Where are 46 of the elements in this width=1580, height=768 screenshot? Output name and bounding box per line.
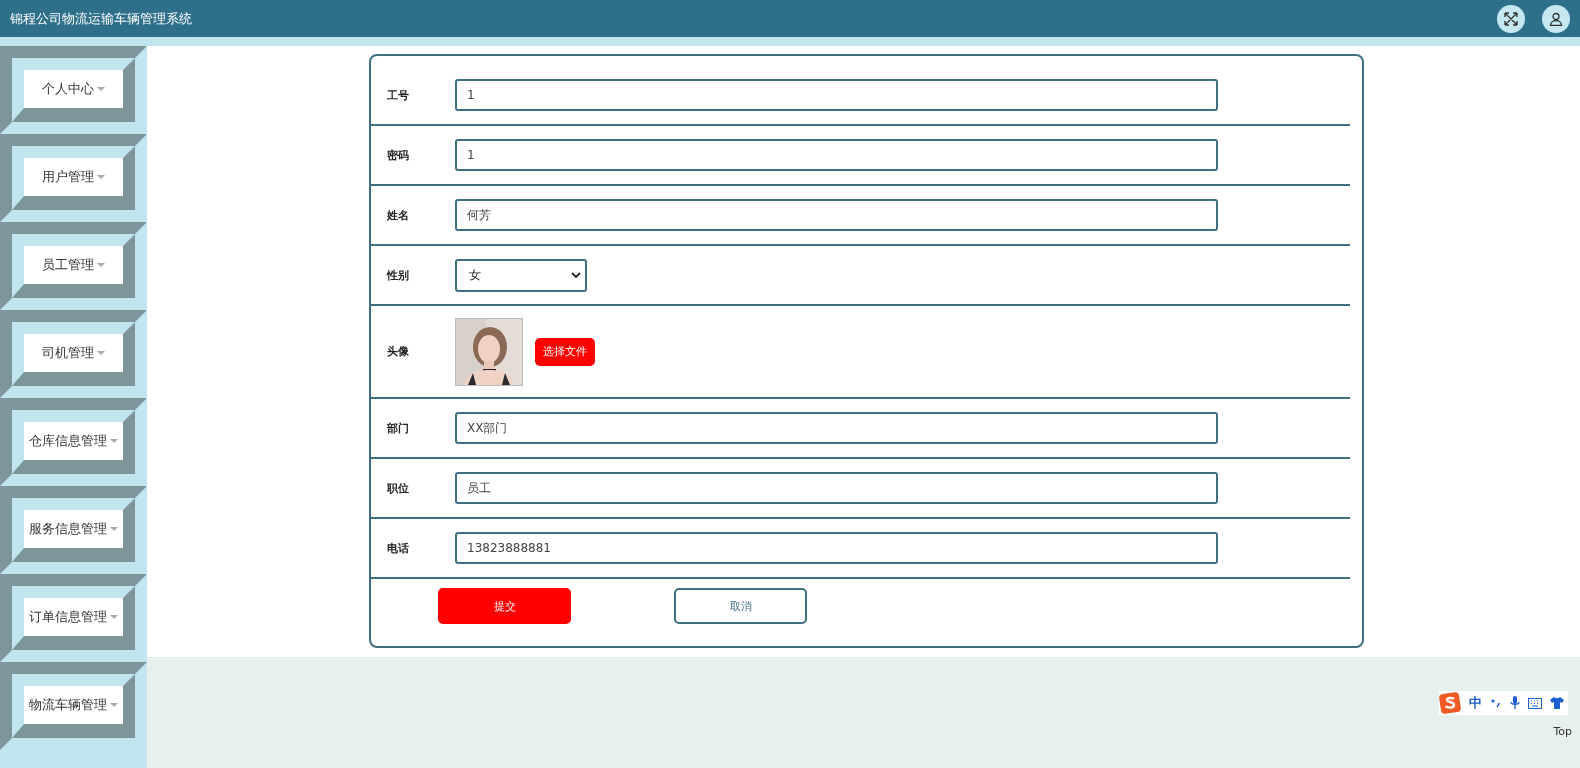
caret-icon: [97, 351, 105, 355]
field-label: 性别: [385, 267, 410, 283]
menu-item[interactable]: 订单信息管理: [24, 598, 123, 636]
choose-file-button[interactable]: 选择文件: [535, 337, 595, 366]
menu-item[interactable]: 用户管理: [24, 158, 123, 196]
cancel-button[interactable]: 取消: [674, 588, 807, 624]
chevron-down-icon: [571, 271, 581, 279]
caret-icon: [110, 615, 118, 619]
user-button[interactable]: [1542, 4, 1570, 33]
app-title: 锦程公司物流运输车辆管理系统: [10, 9, 192, 28]
input-field[interactable]: 员工: [455, 472, 1218, 504]
shirt-icon[interactable]: [1550, 697, 1564, 709]
back-to-top-button[interactable]: Top: [1553, 725, 1572, 738]
input-field[interactable]: 1: [455, 139, 1218, 171]
field-label: 密码: [386, 147, 410, 163]
field-label: 职位: [386, 480, 410, 496]
caret-icon: [97, 87, 105, 91]
input-mode[interactable]: 中: [1469, 694, 1482, 712]
expand-icon: [1504, 11, 1518, 26]
caret-icon: [110, 439, 118, 443]
caret-icon: [110, 703, 118, 707]
caret-icon: [110, 527, 118, 531]
caret-icon: [97, 263, 105, 267]
input-field[interactable]: 1: [455, 79, 1218, 111]
input-field[interactable]: 13823888881: [455, 532, 1218, 564]
punctuation-icon[interactable]: [1490, 697, 1502, 709]
field-label: 部门: [386, 420, 410, 436]
menu-item[interactable]: 个人中心: [24, 70, 123, 108]
microphone-icon[interactable]: [1510, 696, 1520, 710]
select-field[interactable]: 女: [455, 258, 587, 292]
keyboard-icon[interactable]: [1528, 697, 1542, 709]
submit-button[interactable]: 提交: [438, 588, 571, 624]
menu-item[interactable]: 员工管理: [24, 246, 123, 284]
field-label: 工号: [386, 87, 410, 103]
field-label: 头像: [386, 344, 410, 359]
menu-item[interactable]: 物流车辆管理: [24, 686, 123, 724]
menu-item[interactable]: 司机管理: [24, 334, 123, 372]
field-label: 电话: [386, 540, 410, 556]
menu-item[interactable]: 仓库信息管理: [24, 422, 123, 460]
input-field[interactable]: 何芳: [455, 199, 1218, 231]
caret-icon: [97, 175, 105, 179]
input-field[interactable]: XX部门: [455, 412, 1218, 444]
user-icon: [1549, 11, 1563, 26]
field-label: 姓名: [386, 207, 410, 223]
fullscreen-button[interactable]: [1497, 4, 1525, 33]
menu-item[interactable]: 服务信息管理: [24, 510, 123, 548]
